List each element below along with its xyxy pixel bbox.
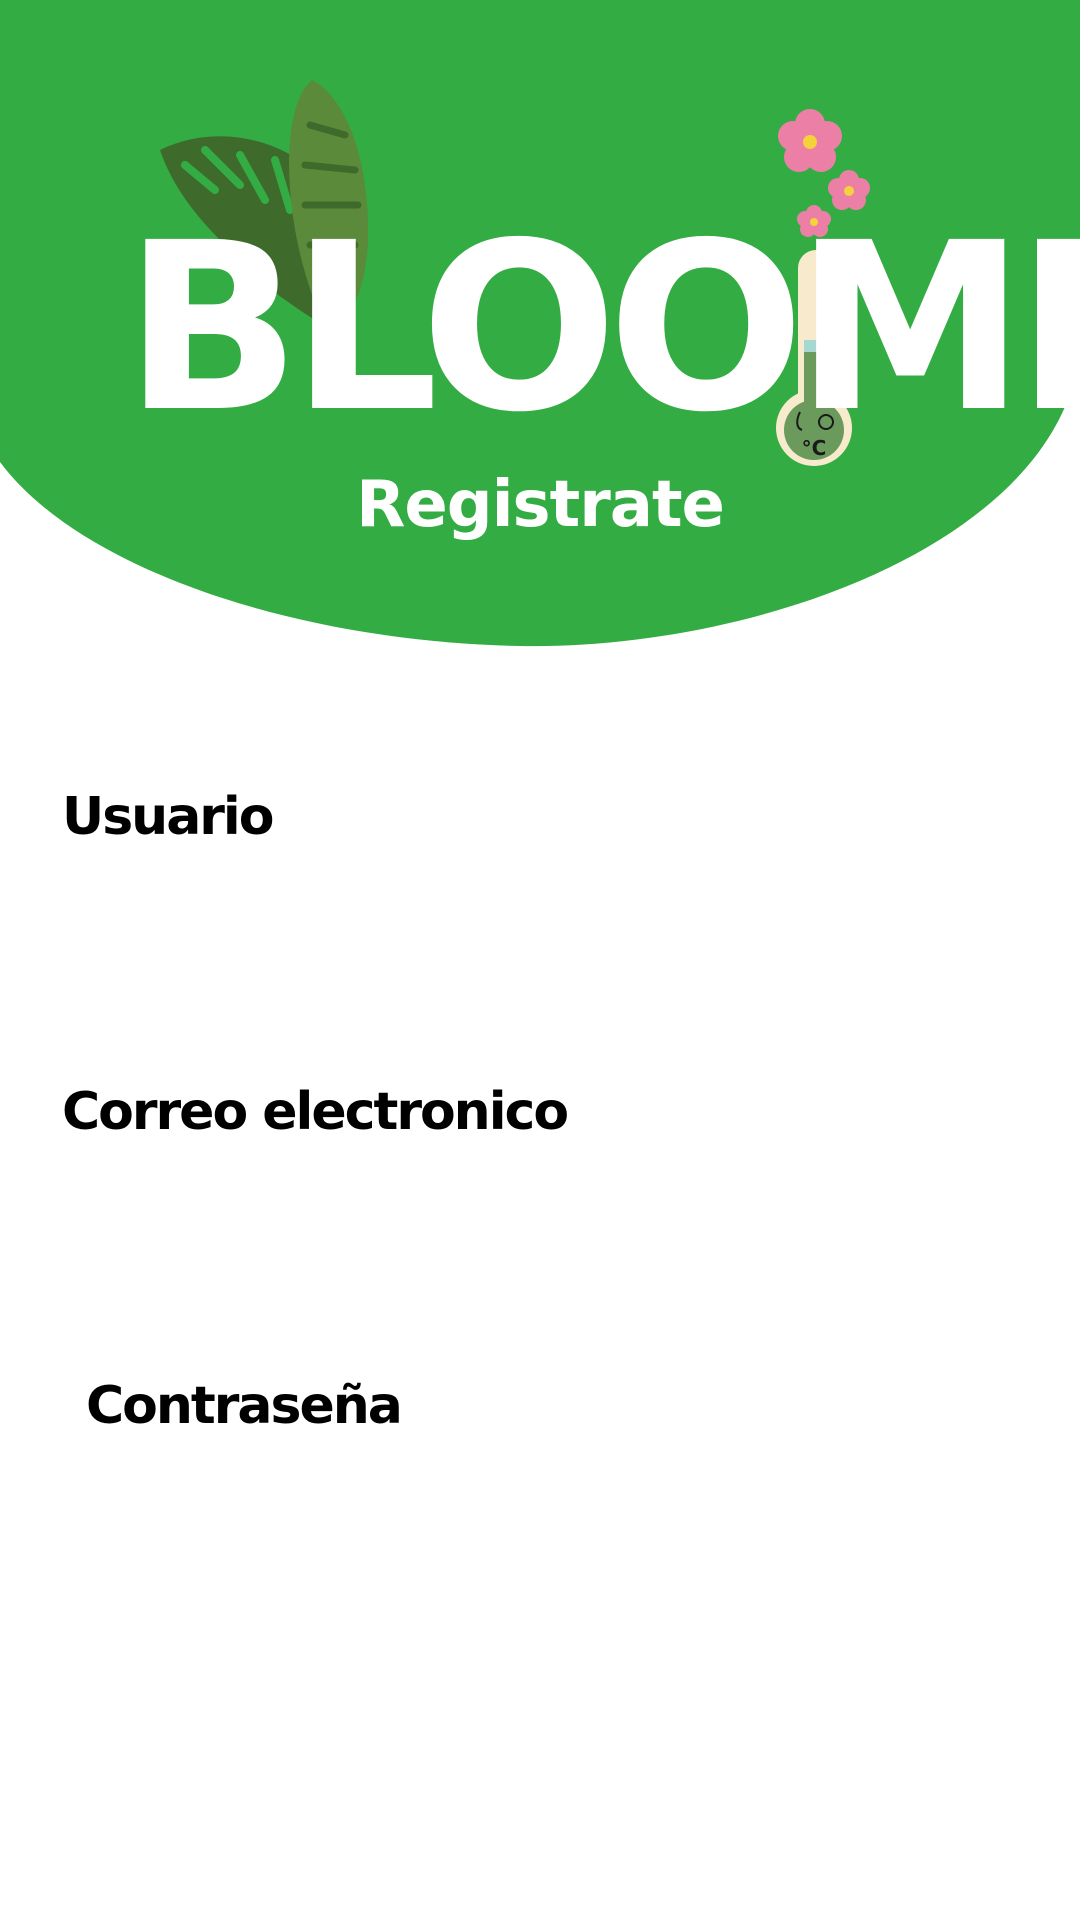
username-label: Usuario: [62, 787, 274, 847]
register-screen: °C BLOOMI Registrate Usuario Correo elec…: [0, 0, 1080, 1920]
app-logo: BLOOMIE: [124, 193, 1080, 463]
username-input[interactable]: [60, 858, 1024, 970]
password-label: Contraseña: [86, 1376, 403, 1436]
page-title: Registrate: [356, 468, 725, 542]
email-input[interactable]: [60, 1150, 1024, 1262]
password-input[interactable]: [60, 1445, 1024, 1557]
email-label: Correo electronico: [62, 1082, 569, 1142]
